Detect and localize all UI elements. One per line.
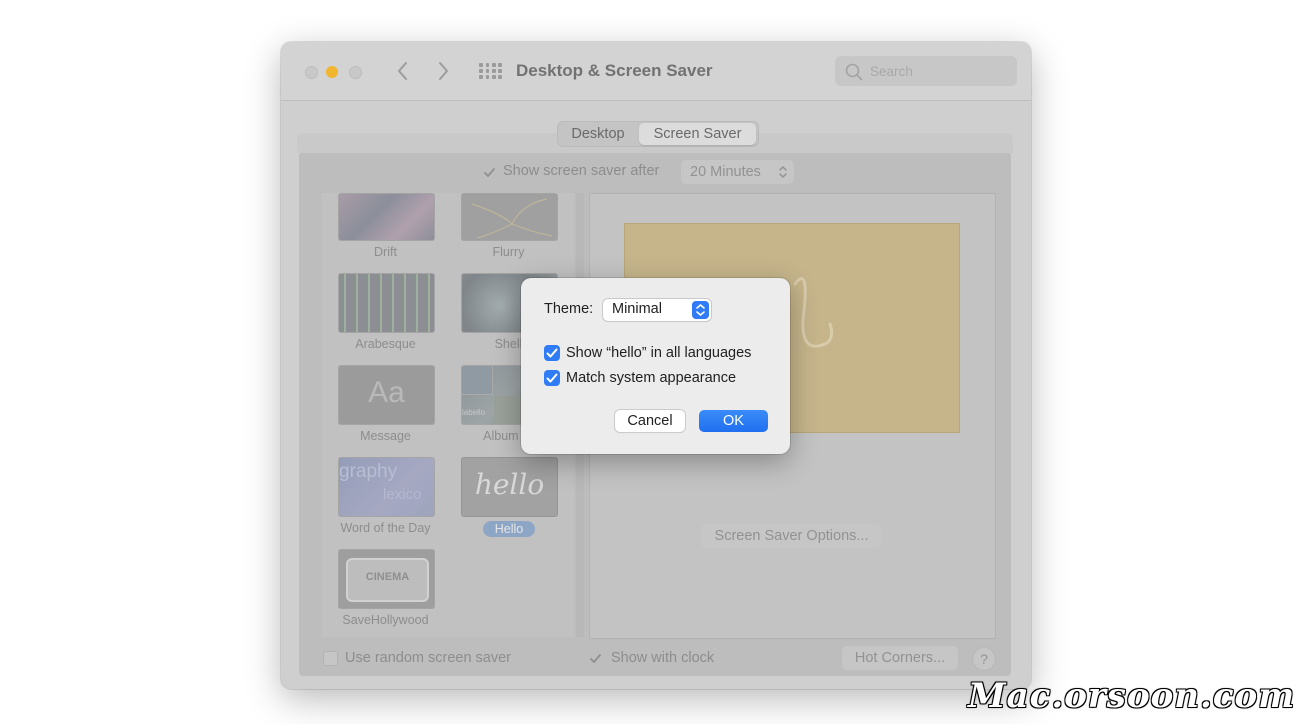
random-saver-label: Use random screen saver bbox=[345, 650, 512, 666]
thumb-arabesque[interactable] bbox=[338, 273, 435, 333]
message-thumb-text: Aa bbox=[368, 376, 405, 409]
cinema-ticket-icon: CINEMA bbox=[346, 558, 429, 602]
tab-group: Desktop Screen Saver bbox=[557, 121, 759, 147]
label-drift: Drift bbox=[374, 245, 397, 259]
word-thumb-text-1: graphy bbox=[339, 461, 398, 482]
match-system-appearance-label: Match system appearance bbox=[566, 370, 737, 386]
thumb-flurry[interactable] bbox=[461, 193, 558, 241]
tab-screen-saver[interactable]: Screen Saver bbox=[639, 123, 756, 145]
show-with-clock-label: Show with clock bbox=[611, 650, 715, 666]
thumb-message[interactable]: Aa bbox=[338, 365, 435, 425]
word-thumb-text-2: lexico bbox=[383, 486, 422, 503]
album-tile bbox=[462, 366, 493, 395]
checkbox-checked-icon bbox=[544, 345, 560, 361]
search-placeholder: Search bbox=[870, 64, 913, 79]
hello-thumb-text: hello bbox=[474, 468, 545, 501]
minimize-window-button[interactable] bbox=[326, 66, 338, 78]
show-all-grid-icon[interactable] bbox=[479, 63, 502, 79]
thumb-word-of-the-day[interactable]: graphy lexico bbox=[338, 457, 435, 517]
show-after-value: 20 Minutes bbox=[690, 164, 761, 180]
screen-saver-options-button[interactable]: Screen Saver Options... bbox=[701, 524, 882, 548]
label-arabesque: Arabesque bbox=[355, 337, 416, 351]
cinema-thumb-text: CINEMA bbox=[365, 571, 410, 583]
theme-popup[interactable]: Minimal bbox=[603, 299, 711, 321]
checkbox-checked-icon bbox=[544, 370, 560, 386]
album-tile-text: labello bbox=[462, 408, 486, 417]
search-field[interactable]: Search bbox=[835, 56, 1017, 86]
cancel-button[interactable]: Cancel bbox=[615, 410, 685, 432]
title-bar: Desktop & Screen Saver Search bbox=[281, 42, 1031, 101]
updown-arrows-icon bbox=[692, 301, 709, 319]
chevron-right-icon bbox=[439, 62, 448, 80]
thumb-hello[interactable]: hello bbox=[461, 457, 558, 517]
flurry-graphic bbox=[471, 198, 553, 239]
checkmark-icon[interactable] bbox=[483, 166, 496, 179]
back-button[interactable] bbox=[393, 60, 413, 82]
show-hello-all-languages-label: Show “hello” in all languages bbox=[566, 345, 752, 361]
window-title: Desktop & Screen Saver bbox=[516, 61, 713, 80]
checkmark-icon bbox=[590, 654, 601, 663]
thumb-savehollywood[interactable]: CINEMA bbox=[338, 549, 435, 609]
updown-arrows-icon bbox=[779, 166, 787, 178]
label-savehollywood: SaveHollywood bbox=[342, 613, 429, 627]
hello-options-dialog: Theme: Minimal Show “hello” in all langu… bbox=[521, 278, 790, 454]
zoom-window-button[interactable] bbox=[349, 66, 362, 79]
thumb-drift[interactable] bbox=[338, 193, 435, 241]
show-after-label: Show screen saver after bbox=[503, 163, 660, 179]
close-window-button[interactable] bbox=[305, 66, 318, 79]
show-after-popup[interactable]: 20 Minutes bbox=[681, 160, 794, 184]
album-tile bbox=[494, 396, 524, 424]
label-word-of-the-day: Word of the Day bbox=[340, 521, 431, 535]
forward-button[interactable] bbox=[433, 60, 453, 82]
ok-button[interactable]: OK bbox=[699, 410, 768, 432]
watermark: Mac.orsoon.com bbox=[968, 676, 1296, 716]
chevron-left-icon bbox=[398, 62, 407, 80]
label-message: Message bbox=[360, 429, 411, 443]
hot-corners-button[interactable]: Hot Corners... bbox=[842, 646, 958, 670]
label-hello-selected: Hello bbox=[483, 521, 535, 537]
help-button[interactable]: ? bbox=[972, 647, 996, 671]
checkbox-box bbox=[323, 651, 338, 666]
search-icon bbox=[845, 63, 863, 81]
theme-label: Theme: bbox=[544, 301, 594, 317]
tab-desktop[interactable]: Desktop bbox=[559, 122, 637, 146]
label-flurry: Flurry bbox=[492, 245, 525, 259]
theme-value: Minimal bbox=[612, 301, 662, 317]
